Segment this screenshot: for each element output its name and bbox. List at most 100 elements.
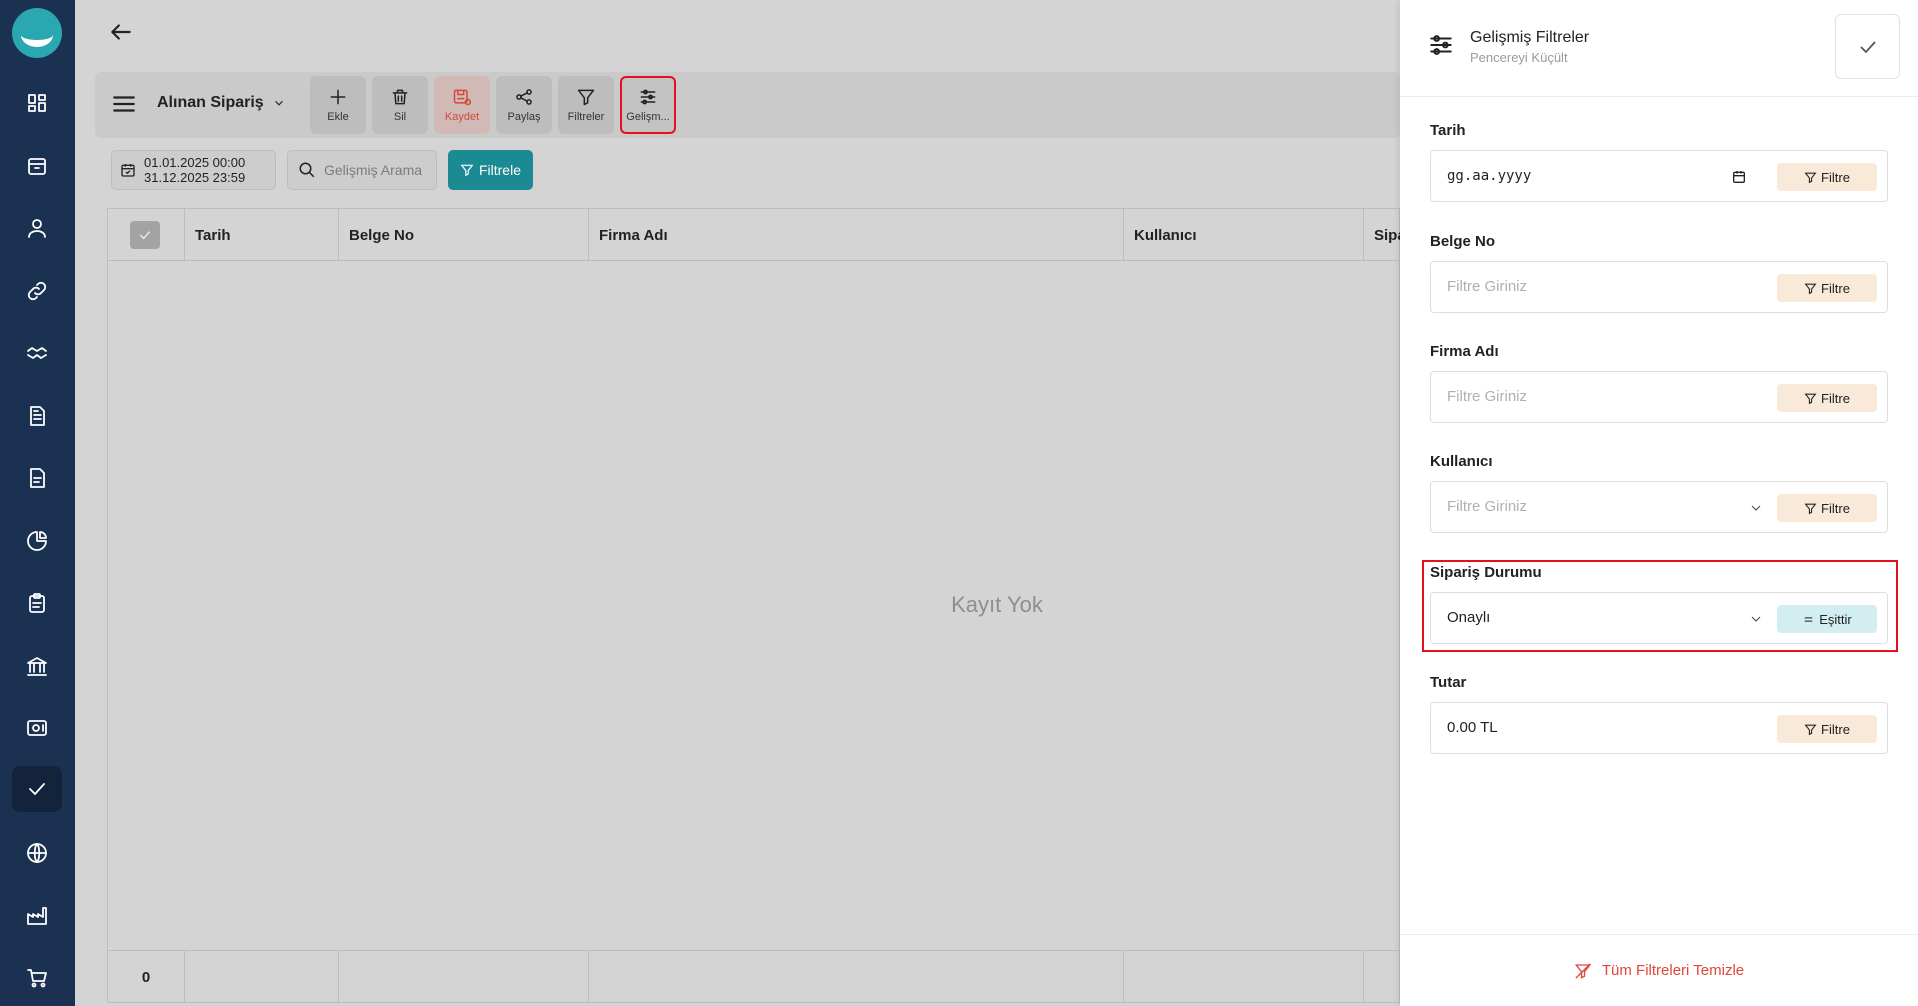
apply-filter-button[interactable]: Filtrele — [448, 150, 533, 190]
company-filter-button[interactable]: Filtre — [1777, 384, 1877, 412]
column-header[interactable]: Belge No — [339, 209, 589, 261]
plus-icon — [330, 89, 346, 105]
amount-field-label: Tutar — [1430, 674, 1467, 691]
advanced-filters-button[interactable]: Gelişm... — [620, 76, 676, 134]
sidebar — [0, 0, 75, 1006]
dashboard-icon[interactable] — [12, 80, 62, 126]
amount-filter-button[interactable]: Filtre — [1777, 715, 1877, 743]
user-placeholder: Filtre Giriniz — [1447, 498, 1528, 515]
select-all-cell — [108, 209, 185, 261]
panel-title: Gelişmiş Filtreler — [1470, 29, 1590, 46]
globe-icon[interactable] — [12, 830, 62, 876]
calendar-icon[interactable] — [1731, 169, 1747, 185]
sliders-icon — [640, 89, 656, 105]
filter-icon — [1804, 724, 1817, 735]
pie-chart-icon[interactable] — [12, 518, 62, 564]
doc-no-field[interactable]: Filtre Giriniz Filtre — [1430, 261, 1888, 313]
column-header[interactable]: Firma Adı — [589, 209, 1124, 261]
filter-icon — [1804, 172, 1817, 183]
share-icon — [516, 89, 532, 105]
cart-icon[interactable] — [12, 955, 62, 1001]
chevron-down-icon[interactable] — [1748, 611, 1764, 627]
date-filter-button[interactable]: Filtre — [1777, 163, 1877, 191]
status-select[interactable]: Onaylı Eşittir — [1430, 592, 1888, 644]
confirm-button[interactable] — [1835, 14, 1900, 79]
date-start: 01.01.2025 00:00 — [144, 155, 246, 170]
filter-icon — [577, 89, 595, 106]
bank-icon[interactable] — [12, 643, 62, 689]
advanced-search-input[interactable]: Gelişmiş Arama — [287, 150, 437, 190]
company-filter-label: Filtre — [1821, 390, 1850, 406]
status-equals-label: Eşittir — [1819, 611, 1852, 627]
check-icon — [139, 231, 151, 240]
doc-no-filter-button[interactable]: Filtre — [1777, 274, 1877, 302]
chevron-down-icon[interactable] — [1748, 500, 1764, 516]
date-range-picker[interactable]: 01.01.2025 00:00 31.12.2025 23:59 — [111, 150, 276, 190]
minimize-panel-link[interactable]: Pencereyi Küçült — [1470, 50, 1568, 65]
user-field-label: Kullanıcı — [1430, 453, 1493, 470]
footer-cell — [589, 951, 1124, 1003]
delete-label: Sil — [393, 111, 407, 123]
footer-cell — [339, 951, 589, 1003]
module-selector[interactable]: Alınan Sipariş — [157, 94, 286, 112]
add-button[interactable]: Ekle — [310, 76, 366, 134]
link-icon[interactable] — [12, 268, 62, 314]
add-label: Ekle — [327, 111, 349, 123]
company-placeholder: Filtre Giriniz — [1447, 388, 1528, 405]
search-icon — [299, 162, 315, 178]
footer-cell — [1124, 951, 1364, 1003]
filter-icon — [1804, 503, 1817, 514]
filters-button[interactable]: Filtreler — [558, 76, 614, 134]
menu-button[interactable] — [111, 91, 137, 117]
trash-icon — [392, 89, 408, 105]
box-icon[interactable] — [12, 143, 62, 189]
select-all-checkbox[interactable] — [130, 221, 160, 249]
share-button[interactable]: Paylaş — [496, 76, 552, 134]
save-icon — [453, 89, 472, 106]
save-button[interactable]: Kaydet — [434, 76, 490, 134]
column-header[interactable]: Kullanıcı — [1124, 209, 1364, 261]
filters-label: Filtreler — [567, 111, 605, 123]
check-icon[interactable] — [12, 766, 62, 812]
advanced-label: Gelişm... — [626, 111, 670, 123]
date-range-values: 01.01.2025 00:00 31.12.2025 23:59 — [144, 155, 245, 185]
footer-cell — [185, 951, 339, 1003]
apply-filter-label: Filtrele — [478, 162, 521, 178]
date-field-label: Tarih — [1430, 122, 1466, 139]
logo[interactable] — [12, 8, 62, 58]
factory-icon[interactable] — [12, 892, 62, 938]
date-filter-label: Filtre — [1821, 169, 1850, 185]
module-title: Alınan Sipariş — [157, 94, 264, 111]
column-header[interactable]: Tarih — [185, 209, 339, 261]
date-end: 31.12.2025 23:59 — [144, 170, 246, 185]
user-filter-button[interactable]: Filtre — [1777, 494, 1877, 522]
file-icon[interactable] — [12, 455, 62, 501]
amount-field[interactable]: 0.00 TL Filtre — [1430, 702, 1888, 754]
column-header[interactable]: Sipa — [1364, 209, 1406, 261]
toolbar: Alınan Sipariş Ekle Sil Kaydet Paylaş Fi… — [95, 72, 1400, 138]
check-icon — [1859, 40, 1876, 53]
user-icon[interactable] — [12, 205, 62, 251]
delete-button[interactable]: Sil — [372, 76, 428, 134]
panel-header: Gelişmiş Filtreler Pencereyi Küçült — [1400, 0, 1918, 97]
user-select[interactable]: Filtre Giriniz Filtre — [1430, 481, 1888, 533]
status-value: Onaylı — [1447, 609, 1491, 626]
document-icon[interactable] — [12, 393, 62, 439]
back-button[interactable] — [103, 16, 139, 48]
save-label: Kaydet — [444, 111, 480, 123]
doc-no-filter-label: Filtre — [1821, 280, 1850, 296]
date-field[interactable]: gg.aa.yyyy Filtre — [1430, 150, 1888, 202]
handshake-icon[interactable] — [12, 330, 62, 376]
filter-icon — [1804, 393, 1817, 404]
filter-clear-icon — [1574, 963, 1592, 979]
clear-all-filters-button[interactable]: Tüm Filtreleri Temizle — [1400, 934, 1918, 1006]
sliders-icon — [1428, 32, 1454, 58]
company-field[interactable]: Filtre Giriniz Filtre — [1430, 371, 1888, 423]
status-equals-button[interactable]: Eşittir — [1777, 605, 1877, 633]
safe-icon[interactable] — [12, 705, 62, 751]
advanced-filters-panel: Gelişmiş Filtreler Pencereyi Küçült Tari… — [1400, 0, 1918, 1006]
date-field-value: gg.aa.yyyy — [1447, 168, 1532, 184]
company-field-label: Firma Adı — [1430, 343, 1499, 360]
doc-no-placeholder: Filtre Giriniz — [1447, 278, 1528, 295]
clipboard-icon[interactable] — [12, 580, 62, 626]
